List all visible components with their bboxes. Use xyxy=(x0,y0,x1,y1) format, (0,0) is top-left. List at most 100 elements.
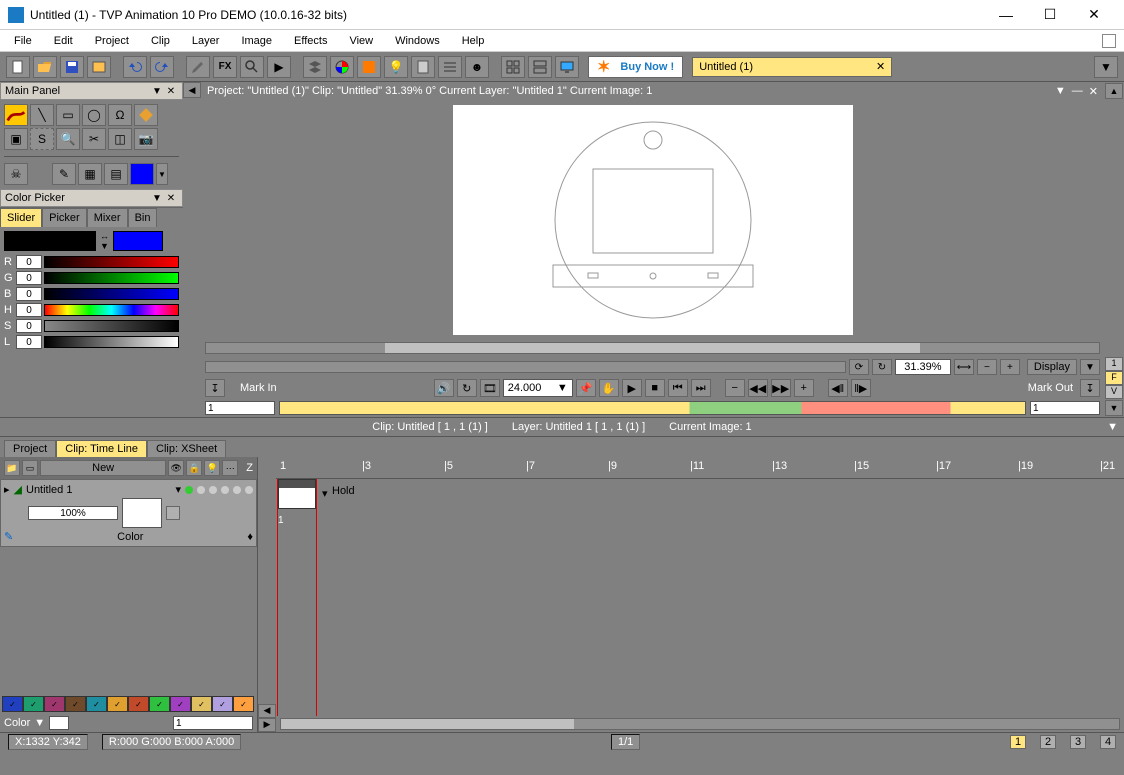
palette-tool[interactable]: ▦ xyxy=(78,163,102,185)
canvas-menu-icon[interactable]: ▼ xyxy=(1055,85,1066,97)
minimize-button[interactable]: — xyxy=(984,1,1028,29)
sound-icon[interactable]: 🔊 xyxy=(434,379,454,397)
refresh-icon[interactable]: ⟳ xyxy=(849,359,869,375)
vstrip-1[interactable]: 1 xyxy=(1105,357,1123,371)
document-tab-close-icon[interactable]: ✕ xyxy=(876,60,885,73)
layer-dot-6[interactable] xyxy=(245,486,253,494)
blend-mode-menu-icon[interactable]: ♦ xyxy=(247,531,253,543)
left-splitter[interactable]: ◀ xyxy=(183,82,201,417)
camera-tool[interactable]: 📷 xyxy=(134,128,158,150)
color-picker-menu-icon[interactable]: ▼ xyxy=(150,191,164,205)
tl-splitter-left-icon[interactable]: ◀ xyxy=(258,704,276,718)
hand-icon[interactable]: ✋ xyxy=(599,379,619,397)
page-1-button[interactable]: 1 xyxy=(1010,735,1026,749)
prev-frame-button[interactable]: ◀◀ xyxy=(748,379,768,397)
color-wheel-icon[interactable] xyxy=(330,56,354,78)
maximize-button[interactable]: ☐ xyxy=(1028,1,1072,29)
folder-open-icon[interactable]: ▭ xyxy=(22,460,38,476)
zoom-icon[interactable] xyxy=(240,56,264,78)
swatch-tool[interactable]: ▤ xyxy=(104,163,128,185)
color-tab-picker[interactable]: Picker xyxy=(42,208,87,227)
markin-arrow-icon[interactable]: ↧ xyxy=(205,379,225,397)
color-square-icon[interactable] xyxy=(357,56,381,78)
swatch-7[interactable]: ✓ xyxy=(128,696,149,712)
zoom-input[interactable] xyxy=(895,359,951,375)
menubar-aux-button[interactable] xyxy=(1102,34,1116,48)
folder-icon[interactable]: 📁 xyxy=(4,460,20,476)
canvas-hscroll[interactable] xyxy=(201,339,1104,357)
vstrip-down-icon[interactable]: ▼ xyxy=(1105,400,1123,416)
buy-now-button[interactable]: ✶Buy Now ! xyxy=(588,56,683,78)
timeline-hscroll[interactable] xyxy=(276,716,1124,732)
swatch-9[interactable]: ✓ xyxy=(170,696,191,712)
forward-button[interactable]: ‖▶ xyxy=(851,379,871,397)
layer-opacity-input[interactable] xyxy=(28,506,118,520)
canvas-close-icon[interactable]: ✕ xyxy=(1089,85,1098,98)
transform-tool[interactable]: ◫ xyxy=(108,128,132,150)
layer-thumbnail[interactable] xyxy=(122,498,162,528)
tab-project[interactable]: Project xyxy=(4,440,56,457)
swatch-6[interactable]: ✓ xyxy=(107,696,128,712)
skull-tool[interactable]: ☠ xyxy=(4,163,28,185)
brush-button[interactable] xyxy=(186,56,210,78)
rewind-button[interactable]: ◀‖ xyxy=(828,379,848,397)
canvas-viewport[interactable] xyxy=(201,100,1104,339)
pencil-icon[interactable]: ✎ xyxy=(4,530,13,543)
menu-layer[interactable]: Layer xyxy=(182,33,230,49)
l-input[interactable] xyxy=(16,335,42,349)
menu-effects[interactable]: Effects xyxy=(284,33,337,49)
menu-clip[interactable]: Clip xyxy=(141,33,180,49)
loop-icon[interactable]: ↻ xyxy=(457,379,477,397)
fg-color-swatch[interactable] xyxy=(113,231,163,251)
eyedropper-tool[interactable]: ✎ xyxy=(52,163,76,185)
l-slider[interactable] xyxy=(44,336,179,348)
h-slider[interactable] xyxy=(44,304,179,316)
swatch-3[interactable]: ✓ xyxy=(44,696,65,712)
frame-out-input[interactable] xyxy=(1030,401,1100,415)
swatch-10[interactable]: ✓ xyxy=(191,696,212,712)
step-min-button[interactable]: − xyxy=(725,379,745,397)
crop-tool[interactable]: ✂ xyxy=(82,128,106,150)
zoom-minus-icon[interactable]: − xyxy=(977,359,997,375)
main-panel-close-icon[interactable]: ✕ xyxy=(164,84,178,98)
swatch-8[interactable]: ✓ xyxy=(149,696,170,712)
menu-file[interactable]: File xyxy=(4,33,42,49)
layer-dot-3[interactable] xyxy=(209,486,217,494)
menu-project[interactable]: Project xyxy=(85,33,139,49)
frame-strip[interactable] xyxy=(279,401,1026,415)
line-tool[interactable]: ╲ xyxy=(30,104,54,126)
swatch-12[interactable]: ✓ xyxy=(233,696,254,712)
frame-in-input[interactable] xyxy=(205,401,275,415)
lightbulb-icon[interactable]: 💡 xyxy=(384,56,408,78)
swatch-1[interactable]: ✓ xyxy=(2,696,23,712)
tab-xsheet[interactable]: Clip: XSheet xyxy=(147,440,226,457)
freehand-tool[interactable] xyxy=(4,104,28,126)
new-file-button[interactable] xyxy=(6,56,30,78)
tl-splitter-right-icon[interactable]: ▶ xyxy=(258,718,276,732)
display-button[interactable]: Display xyxy=(1027,359,1077,375)
marquee-tool[interactable]: S xyxy=(30,128,54,150)
swatch-4[interactable]: ✓ xyxy=(65,696,86,712)
menu-windows[interactable]: Windows xyxy=(385,33,450,49)
export-button[interactable] xyxy=(87,56,111,78)
calc-button[interactable] xyxy=(411,56,435,78)
redo-button[interactable] xyxy=(150,56,174,78)
save-file-button[interactable] xyxy=(60,56,84,78)
b-input[interactable] xyxy=(16,287,42,301)
canvas-hscroll-thumb[interactable] xyxy=(385,343,921,353)
page-2-button[interactable]: 2 xyxy=(1040,735,1056,749)
open-file-button[interactable] xyxy=(33,56,57,78)
stop-button[interactable]: ■ xyxy=(645,379,665,397)
r-input[interactable] xyxy=(16,255,42,269)
layer-dot-green[interactable] xyxy=(185,486,193,494)
page-4-button[interactable]: 4 xyxy=(1100,735,1116,749)
zoom-track[interactable] xyxy=(205,361,846,373)
color-chip[interactable] xyxy=(130,163,154,185)
layer-thumb-opt-icon[interactable] xyxy=(166,506,180,520)
monitor-icon[interactable] xyxy=(555,56,579,78)
splitter-left-icon[interactable]: ◀ xyxy=(183,82,201,98)
layer-menu-icon[interactable]: ▾ xyxy=(175,483,181,496)
swatch-11[interactable]: ✓ xyxy=(212,696,233,712)
color-tab-mixer[interactable]: Mixer xyxy=(87,208,128,227)
tab-timeline[interactable]: Clip: Time Line xyxy=(56,440,147,457)
